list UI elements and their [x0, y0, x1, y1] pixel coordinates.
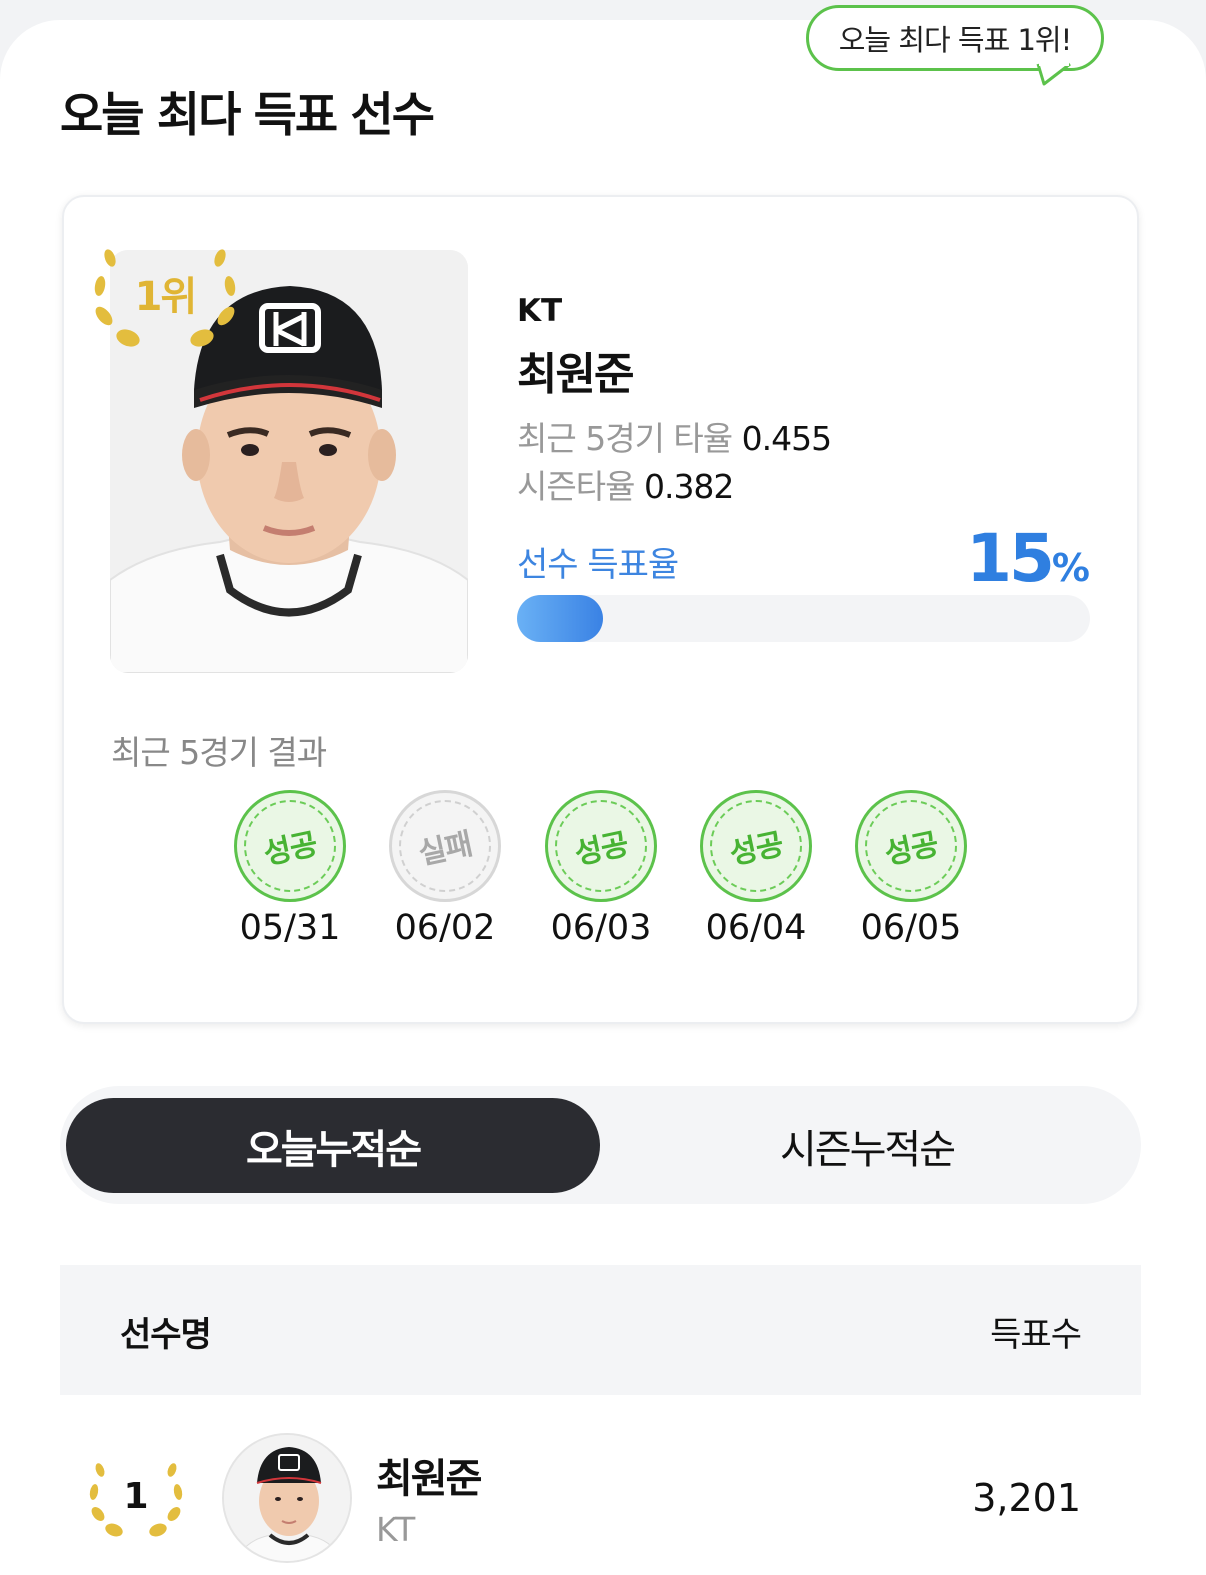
table-header: 선수명 득표수: [60, 1265, 1141, 1395]
top-voted-badge-text: 오늘 최다 득표 1위!: [838, 23, 1072, 57]
result-date: 06/04: [705, 908, 807, 948]
result-item: 성공 05/31: [230, 790, 350, 948]
tab-season-cumulative[interactable]: 시즌누적순: [600, 1098, 1134, 1193]
rank-label: 1위: [134, 274, 198, 320]
row-vote-count: 3,201: [972, 1476, 1081, 1520]
player-name: 최원준: [517, 349, 634, 400]
player-team: KT: [517, 293, 563, 329]
row-player-name: 최원준: [376, 1456, 482, 1502]
result-item: 실패 06/02: [385, 790, 505, 948]
speech-bubble-tail-icon: [1036, 62, 1071, 86]
result-date: 06/05: [860, 908, 962, 948]
stat-value: 0.382: [643, 467, 734, 506]
player-avatar-image: [224, 1435, 350, 1561]
stat-label: 시즌타율: [517, 467, 635, 506]
rank-badge: 1위: [88, 244, 242, 352]
result-date: 06/02: [394, 908, 496, 948]
vote-rate-unit: %: [1051, 546, 1090, 590]
result-stamp-icon: 성공: [234, 790, 346, 902]
result-stamp-icon: 성공: [855, 790, 967, 902]
result-date: 05/31: [239, 908, 341, 948]
season-batting-average: 시즌타율 0.382: [517, 460, 734, 508]
tab-today-cumulative[interactable]: 오늘누적순: [66, 1098, 600, 1193]
vote-rate-number: 15: [966, 520, 1055, 597]
result-stamp-text: 성공: [572, 826, 632, 873]
row-player-team: KT: [376, 1510, 416, 1549]
recent-results-label: 최근 5경기 결과: [111, 733, 327, 772]
result-item: 성공 06/05: [851, 790, 971, 948]
recent-batting-average: 최근 5경기 타율 0.455: [517, 412, 832, 460]
table-row[interactable]: 1 최원준 KT 3,201: [60, 1430, 1141, 1570]
vote-rate-bar-fill: [517, 595, 603, 642]
result-date: 06/03: [550, 908, 652, 948]
result-item: 성공 06/04: [696, 790, 816, 948]
column-header-votes: 득표수: [990, 1315, 1082, 1355]
row-rank: 1: [123, 1476, 149, 1517]
vote-rate-label: 선수 득표율: [517, 545, 679, 585]
result-stamp-icon: 성공: [700, 790, 812, 902]
result-stamp-icon: 성공: [545, 790, 657, 902]
result-item: 성공 06/03: [541, 790, 661, 948]
result-stamp-text: 성공: [882, 826, 942, 873]
result-stamp-text: 성공: [261, 826, 321, 873]
avatar: [222, 1433, 352, 1563]
result-stamp-text: 실패: [416, 826, 476, 873]
column-header-player-name: 선수명: [120, 1315, 212, 1355]
page-title: 오늘 최다 득표 선수: [60, 88, 435, 143]
sort-tabs: 오늘누적순 시즌누적순: [60, 1086, 1141, 1204]
row-rank-badge: 1: [86, 1460, 186, 1540]
stat-value: 0.455: [741, 419, 832, 458]
result-stamp-text: 성공: [727, 826, 787, 873]
vote-rate-value: 15%: [966, 520, 1090, 597]
result-stamp-icon: 실패: [389, 790, 501, 902]
vote-rate-bar: [517, 595, 1090, 642]
stat-label: 최근 5경기 타율: [517, 419, 733, 458]
